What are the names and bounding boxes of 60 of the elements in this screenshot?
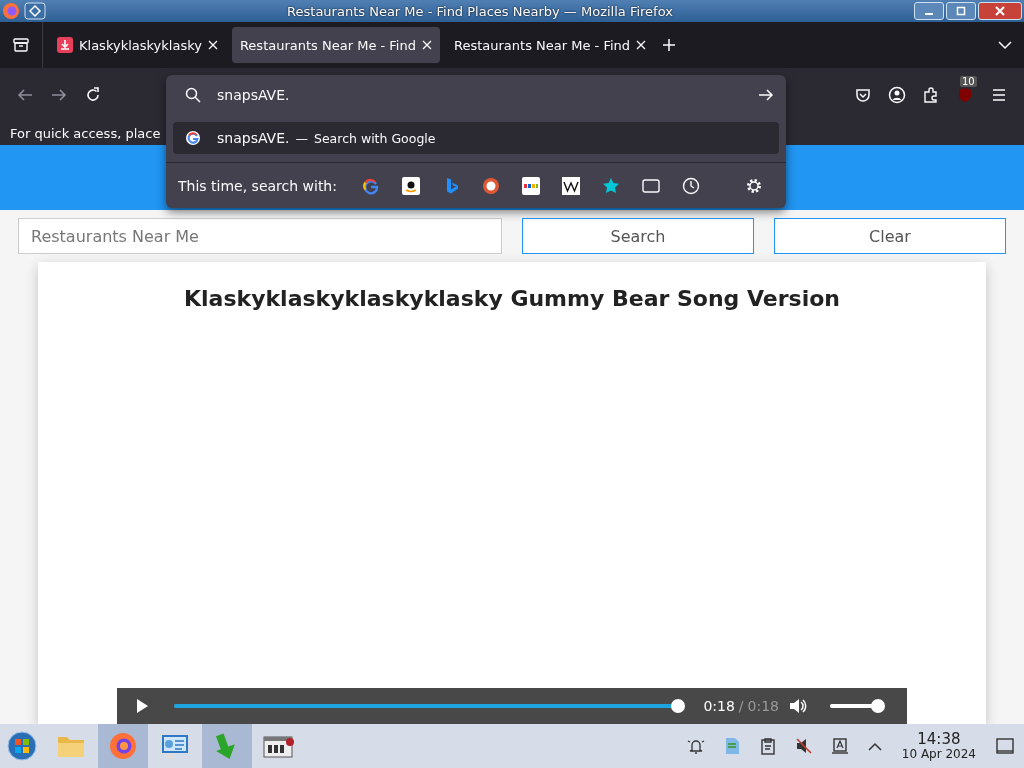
duration: 0:18 [747,698,779,714]
google-icon[interactable] [361,176,380,195]
close-icon[interactable] [421,40,432,50]
search-field[interactable]: Restaurants Near Me [18,218,502,254]
muted-speaker-icon[interactable] [794,737,813,755]
chevron-down-icon[interactable] [998,40,1012,50]
browser-tab[interactable]: Klaskyklaskyklasky [49,27,226,63]
duckduckgo-icon[interactable] [481,176,500,195]
page-button[interactable]: Search [522,218,754,254]
maximize-icon [956,6,966,16]
search-with-label: This time, search with: [178,177,337,194]
address-field[interactable]: snapsAVE. [217,87,742,103]
extensions-icon[interactable] [922,86,940,104]
reload-icon[interactable] [84,86,102,104]
play-icon[interactable] [135,698,149,714]
close-icon[interactable] [636,40,646,50]
browser-tab[interactable]: Restaurants Near Me - Find [231,27,440,63]
time-separator: / [738,698,744,714]
go-arrow-icon[interactable] [758,87,774,103]
close-icon[interactable] [207,40,218,50]
page-button[interactable]: Clear [774,218,1006,254]
extension-badge: 10 [960,76,977,87]
star-icon[interactable] [601,176,620,195]
clipboard-icon[interactable] [758,737,777,755]
bookmarks-hint: For quick access, place [10,126,161,141]
bell-icon[interactable] [686,737,705,755]
chevron-up-icon[interactable] [866,740,883,752]
settings-icon[interactable] [745,176,763,195]
search-suggestion[interactable]: snapsAVE. — Search with Google [173,122,779,154]
control-panel-icon [159,732,191,760]
google-icon [185,130,201,146]
tab-icon[interactable] [641,176,660,195]
download-icon [57,37,73,53]
minimize-button[interactable] [914,2,944,20]
card-title: Klaskyklaskyklaskyklasky Gummy Bear Song Version [182,286,842,311]
volume-icon[interactable] [789,698,807,714]
browser-tab[interactable]: Restaurants Near Me - Find [445,27,654,63]
wikipedia-icon[interactable] [561,176,580,195]
start-button[interactable] [6,730,38,762]
tab-list-icon[interactable] [12,36,30,54]
ebay-icon[interactable] [521,176,540,195]
amazon-icon[interactable] [401,176,420,195]
clock-date: 10 Apr 2024 [901,747,976,761]
clock-time: 14:38 [917,731,961,748]
show-desktop-icon[interactable] [995,737,1015,755]
firefox-icon [108,731,138,761]
pocket-icon[interactable] [854,86,872,104]
keyboard-layout-icon[interactable] [830,737,849,755]
history-icon[interactable] [681,176,700,195]
minimize-icon [925,13,933,15]
account-icon[interactable] [888,86,906,104]
close-button[interactable] [978,2,1022,20]
close-icon [995,6,1005,16]
pin-icon[interactable] [24,2,46,20]
current-time: 0:18 [703,698,735,714]
new-tab-icon[interactable] [662,38,676,52]
window-title: Restaurants Near Me - Find Places Nearby — Mozilla Firefox [286,3,674,19]
search-icon [185,87,201,103]
maximize-button[interactable] [946,2,976,20]
menu-icon[interactable] [990,86,1008,104]
